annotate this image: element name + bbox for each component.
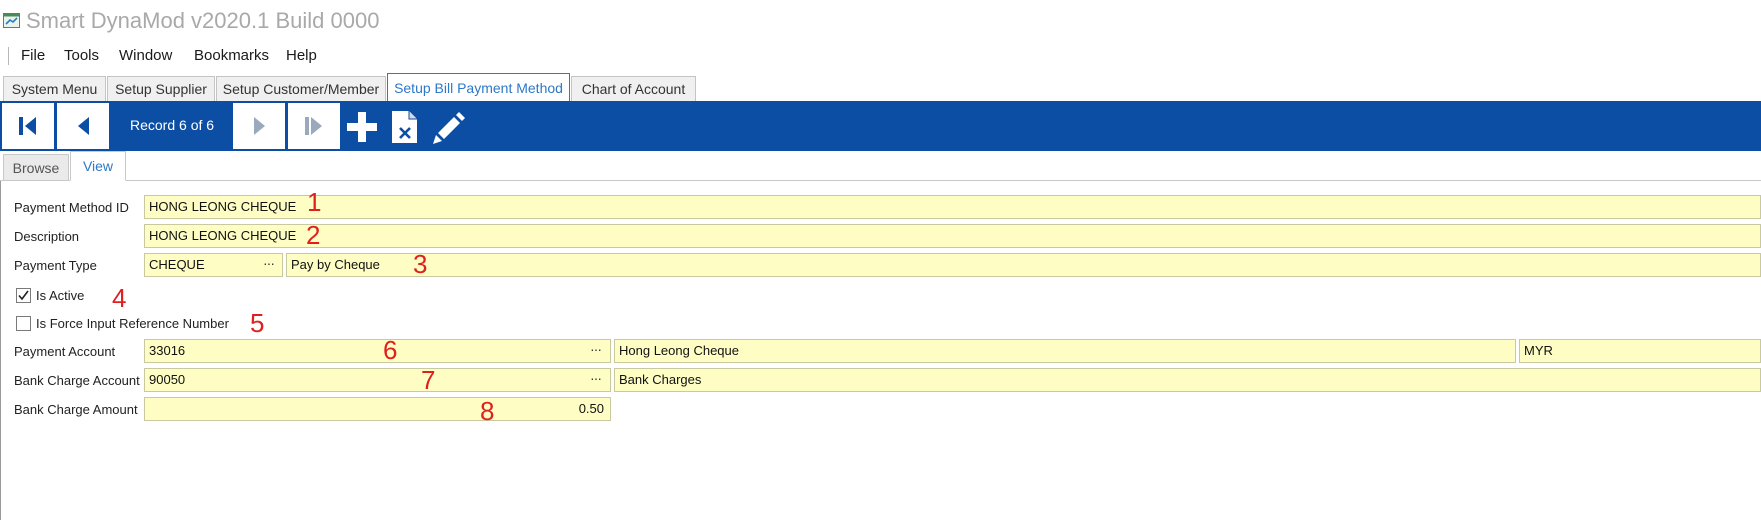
is-active-label: Is Active — [36, 288, 85, 303]
annotation-7: 7 — [421, 365, 436, 395]
payment-type-name-input: Pay by Cheque — [286, 253, 1761, 277]
last-record-icon — [305, 117, 322, 135]
bank-charge-account-label: Bank Charge Account — [14, 373, 140, 388]
menu-file[interactable]: File — [21, 47, 45, 64]
add-record-button[interactable] — [345, 110, 379, 144]
tab-chart-of-account[interactable]: Chart of Account — [571, 76, 696, 101]
tab-browse[interactable]: Browse — [3, 154, 69, 181]
payment-method-id-label: Payment Method ID — [14, 200, 129, 215]
description-label: Description — [14, 229, 80, 244]
first-record-icon — [19, 117, 36, 135]
annotation-4: 4 — [112, 283, 127, 313]
menu-tools[interactable]: Tools — [64, 47, 99, 64]
is-force-ref-label: Is Force Input Reference Number — [36, 316, 229, 331]
pencil-icon — [433, 112, 465, 144]
tab-setup-customer-member[interactable]: Setup Customer/Member — [216, 76, 386, 101]
next-record-icon — [254, 117, 265, 135]
payment-account-label: Payment Account — [14, 344, 116, 359]
menu-bookmarks[interactable]: Bookmarks — [194, 47, 269, 64]
bank-charge-account-code-input[interactable]: 90050 — [144, 368, 611, 392]
bank-charge-amount-input[interactable]: 0.50 — [144, 397, 611, 421]
record-navigator: Record 6 of 6 — [0, 101, 1761, 151]
is-active-checkbox[interactable] — [16, 288, 31, 303]
edit-record-button[interactable] — [430, 109, 466, 145]
plus-icon — [347, 112, 377, 142]
payment-method-id-input[interactable]: HONG LEONG CHEQUE — [144, 195, 1761, 219]
previous-record-button[interactable] — [57, 103, 109, 149]
bank-charge-account-name-input: Bank Charges — [614, 368, 1761, 392]
delete-document-icon — [392, 111, 417, 143]
annotation-2: 2 — [306, 220, 321, 250]
payment-account-name-input: Hong Leong Cheque — [614, 339, 1516, 363]
first-record-button[interactable] — [2, 103, 54, 149]
is-force-ref-checkbox[interactable] — [16, 316, 31, 331]
annotation-8: 8 — [480, 396, 495, 426]
tab-view[interactable]: View — [70, 151, 126, 181]
previous-record-icon — [78, 117, 89, 135]
tab-system-menu[interactable]: System Menu — [3, 76, 106, 101]
record-position: Record 6 of 6 — [130, 117, 215, 133]
sub-tab-divider — [0, 180, 1761, 181]
menu-window[interactable]: Window — [119, 47, 172, 64]
payment-account-lookup-button[interactable]: ··· — [590, 341, 602, 357]
app-title: Smart DynaMod v2020.1 Build 0000 — [26, 8, 380, 33]
tab-setup-bill-payment-method[interactable]: Setup Bill Payment Method — [387, 73, 570, 102]
app-icon — [3, 13, 20, 28]
payment-type-lookup-button[interactable]: ··· — [263, 255, 275, 271]
next-record-button[interactable] — [233, 103, 285, 149]
description-input[interactable]: HONG LEONG CHEQUE — [144, 224, 1761, 248]
bank-charge-amount-label: Bank Charge Amount — [14, 402, 138, 417]
delete-record-button[interactable] — [389, 108, 421, 146]
menu-help[interactable]: Help — [286, 47, 317, 64]
payment-type-label: Payment Type — [14, 258, 97, 273]
panel-border — [0, 181, 1, 520]
last-record-button[interactable] — [288, 103, 340, 149]
annotation-6: 6 — [383, 335, 398, 365]
annotation-3: 3 — [413, 249, 428, 279]
payment-account-code-input[interactable]: 33016 — [144, 339, 611, 363]
annotation-1: 1 — [307, 187, 322, 217]
annotation-5: 5 — [250, 308, 265, 338]
bank-charge-account-lookup-button[interactable]: ··· — [590, 370, 602, 386]
tab-setup-supplier[interactable]: Setup Supplier — [107, 76, 215, 101]
checkmark-icon — [18, 290, 29, 301]
menu-grip — [8, 47, 9, 65]
payment-account-currency-input: MYR — [1519, 339, 1761, 363]
